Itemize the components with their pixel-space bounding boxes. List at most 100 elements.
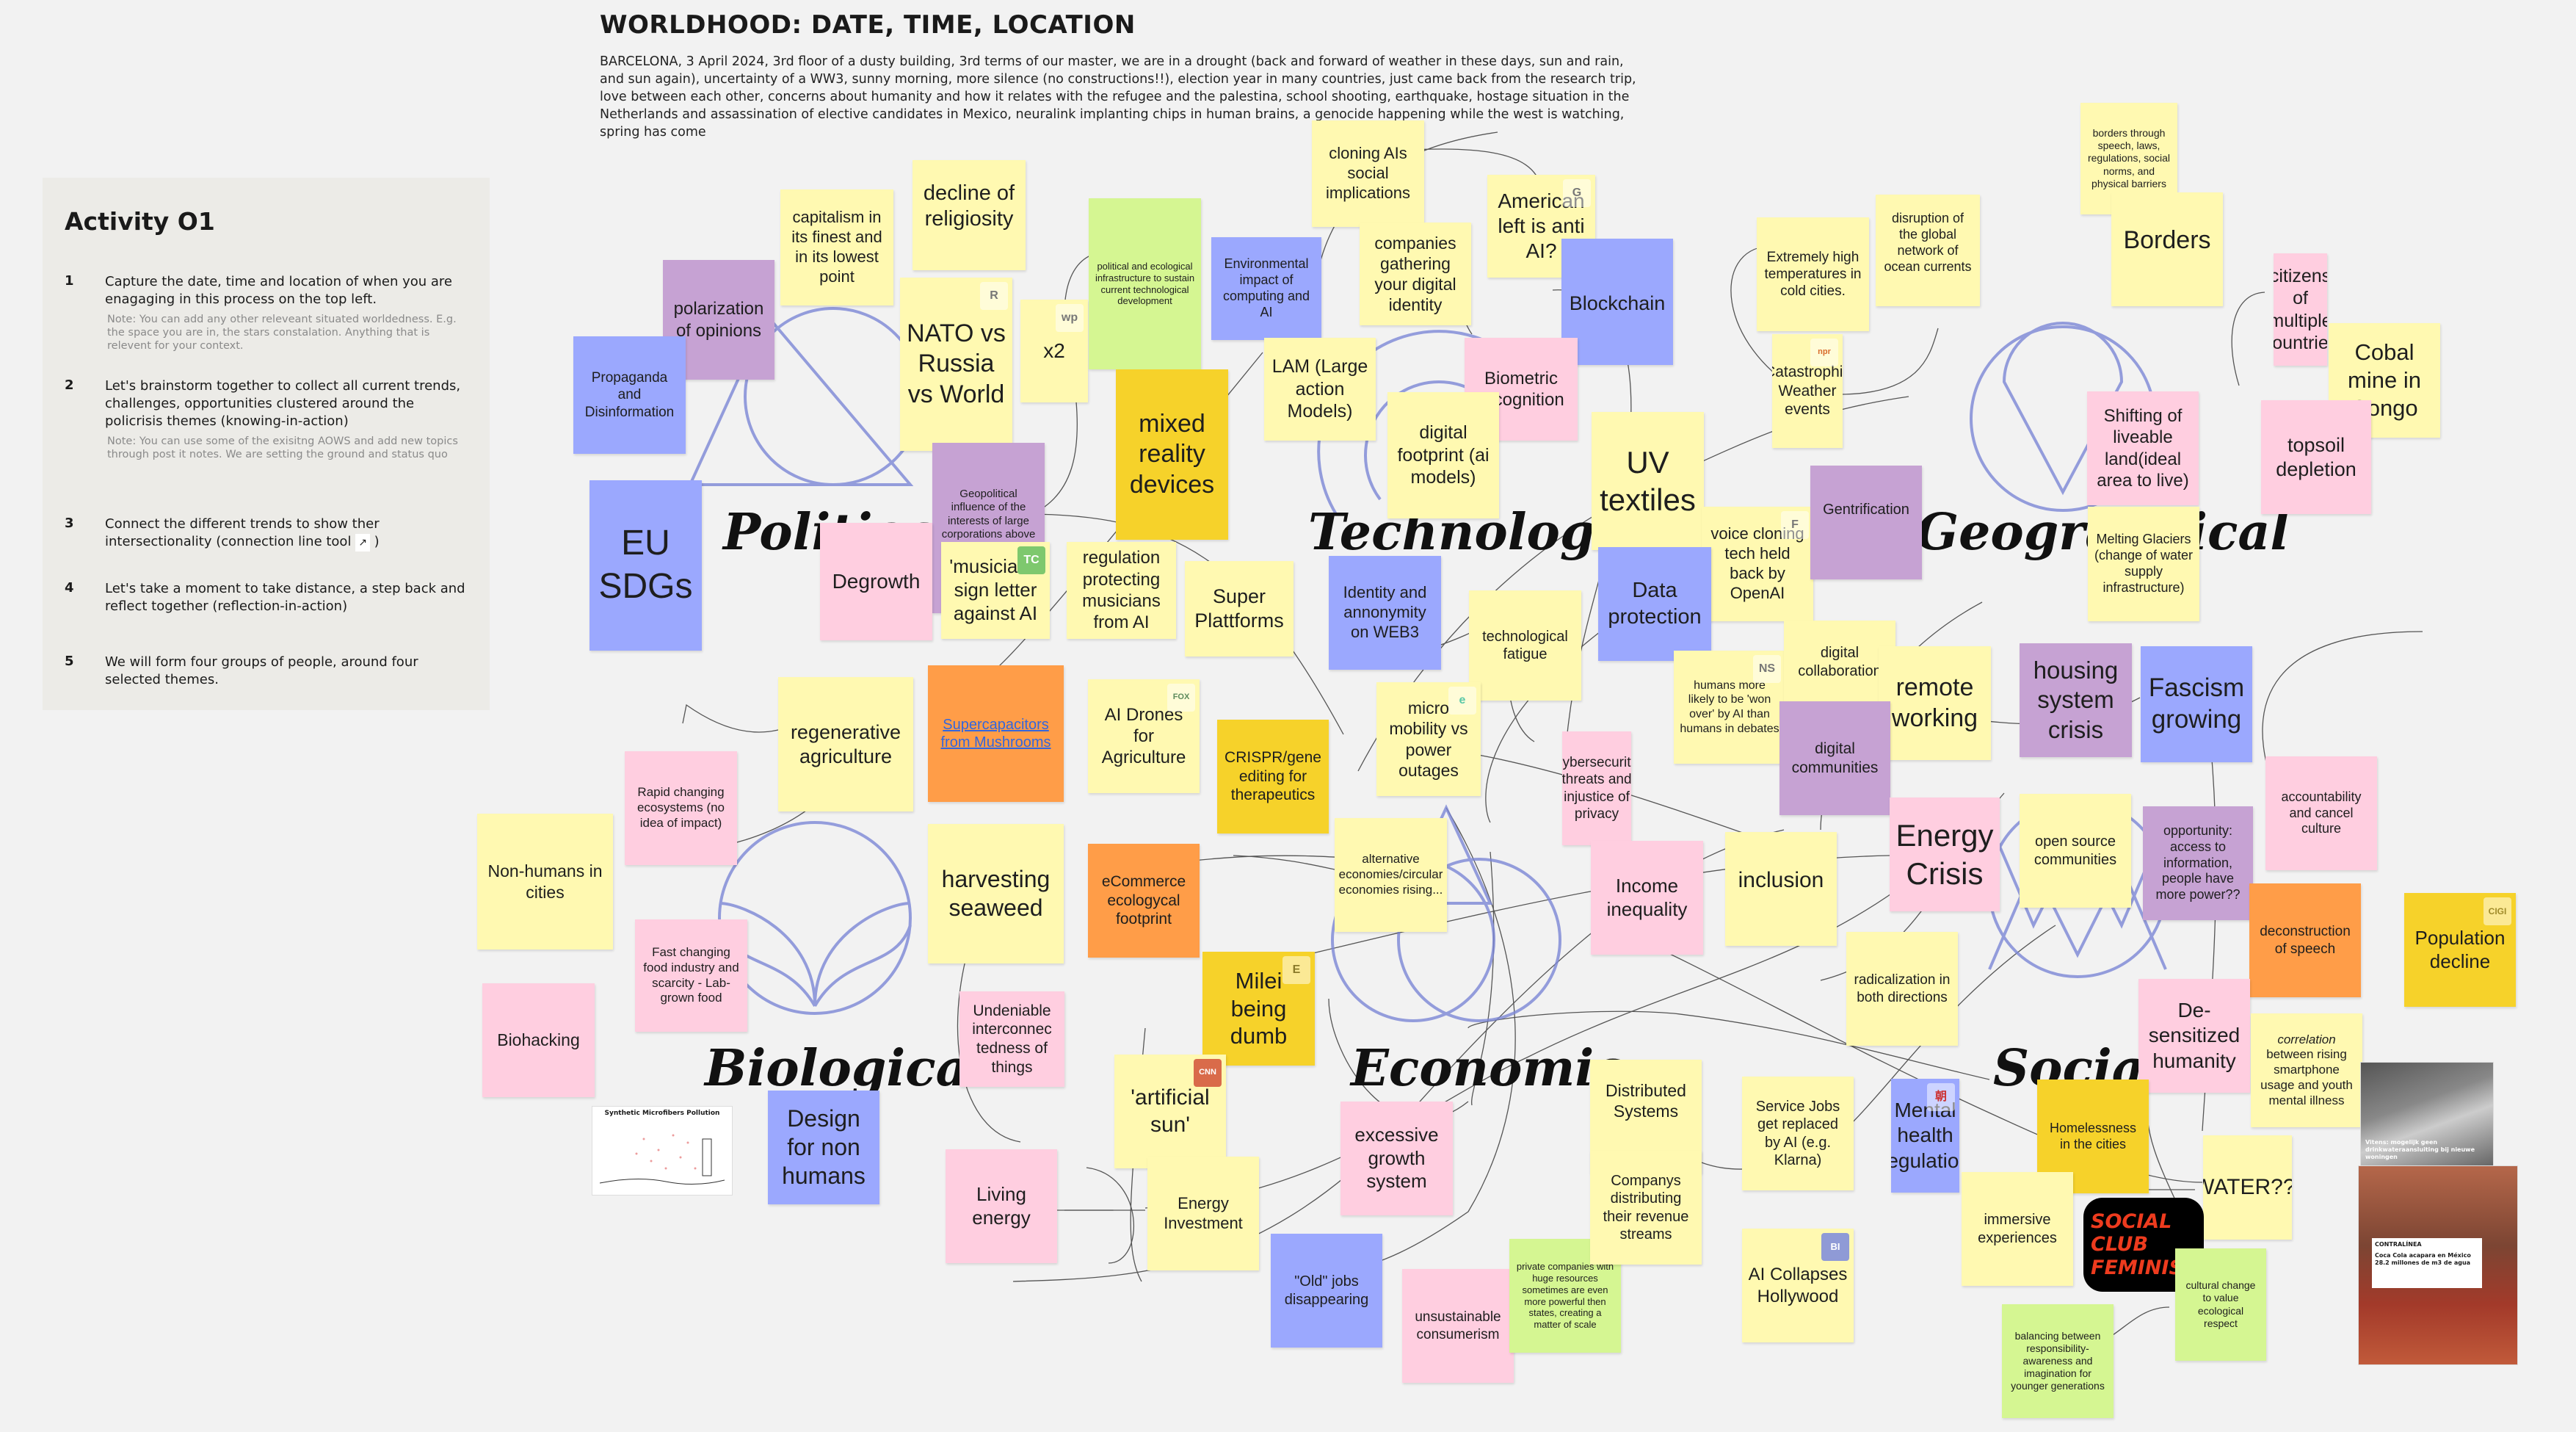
- sticky-note[interactable]: Super Plattforms: [1185, 561, 1294, 657]
- sticky-note[interactable]: Companys distributing their revenue stre…: [1590, 1151, 1702, 1265]
- sticky-note[interactable]: Income inequality: [1591, 841, 1703, 955]
- sticky-note[interactable]: capitalism in its finest and in its lowe…: [780, 189, 893, 305]
- sticky-note[interactable]: Service Jobs get replaced by AI (e.g. Kl…: [1742, 1077, 1854, 1190]
- sticky-note[interactable]: humans more likely to be 'won over' by A…: [1674, 651, 1785, 764]
- sticky-note[interactable]: opportunity: access to information, peop…: [2143, 806, 2253, 920]
- sticky-note[interactable]: Fascism growing: [2141, 646, 2252, 762]
- sticky-note[interactable]: 'artificial sun' CNN: [1114, 1055, 1226, 1168]
- sticky-note[interactable]: Fast changing food industry and scarcity…: [635, 919, 747, 1032]
- sticky-note[interactable]: EU SDGs: [589, 480, 702, 651]
- sticky-note[interactable]: mixed reality devices: [1116, 369, 1228, 540]
- sticky-note[interactable]: Milei being dumb E: [1202, 952, 1315, 1066]
- activity-instructions-panel[interactable]: Activity O1 1 Capture the date, time and…: [43, 178, 490, 710]
- sticky-note[interactable]: voice cloning tech held back by OpenAI F: [1702, 507, 1813, 621]
- sticky-note[interactable]: alternative economies/circular economies…: [1335, 818, 1447, 932]
- sticky-note[interactable]: topsoil depletion: [2261, 400, 2371, 514]
- sticky-note[interactable]: unsustainable consumerism: [1402, 1269, 1514, 1383]
- sticky-note[interactable]: technological fatigue: [1469, 590, 1581, 701]
- worldhood-context-text[interactable]: BARCELONA, 3 April 2024, 3rd floor of a …: [600, 53, 1642, 141]
- connector[interactable]: [2231, 292, 2265, 386]
- sticky-note[interactable]: micro mobility vs power outages e: [1376, 682, 1481, 796]
- sticky-note[interactable]: Data protection: [1598, 547, 1711, 661]
- sticky-note[interactable]: CRISPR/gene editing for therapeutics: [1217, 720, 1329, 833]
- sticky-note[interactable]: radicalization in both directions: [1846, 932, 1958, 1046]
- microfibers-pollution-image[interactable]: Synthetic Microfibers Pollution: [592, 1106, 733, 1196]
- sticky-note[interactable]: Design for non humans: [768, 1091, 879, 1204]
- sticky-note[interactable]: digital communities: [1779, 701, 1890, 815]
- sticky-note[interactable]: eCommerce ecologycal footprint: [1088, 844, 1200, 958]
- sticky-note[interactable]: regenerative agriculture: [778, 677, 913, 811]
- supercapacitors-link[interactable]: Supercapacitors from Mushrooms: [934, 716, 1058, 752]
- sticky-note[interactable]: political and ecological infrastructure …: [1089, 198, 1201, 369]
- sticky-note[interactable]: Propaganda and Disinformation: [573, 336, 686, 454]
- note-text: Energy Investment: [1164, 1193, 1243, 1232]
- sticky-note[interactable]: citizens of multiple countries: [2274, 253, 2327, 366]
- sticky-note[interactable]: Environmental impact of computing and AI: [1211, 237, 1321, 340]
- sticky-note[interactable]: NATO vs Russia vs World R: [900, 278, 1012, 451]
- sticky-note[interactable]: excessive growth system: [1340, 1102, 1453, 1215]
- sticky-note[interactable]: Living energy: [946, 1149, 1057, 1263]
- sticky-note[interactable]: Non-humans in cities: [477, 814, 613, 950]
- sticky-note[interactable]: Extremely high temperatures in cold citi…: [1757, 217, 1869, 331]
- sticky-note[interactable]: Supercapacitors from Mushrooms: [928, 665, 1064, 802]
- sticky-note[interactable]: cultural change to value ecological resp…: [2175, 1248, 2266, 1361]
- sticky-note[interactable]: LAM (Large action Models): [1264, 338, 1376, 441]
- note-text: private companies with huge resources so…: [1516, 1260, 1614, 1331]
- sticky-note[interactable]: Energy Investment: [1147, 1157, 1259, 1270]
- sticky-note[interactable]: cloning AIs social implications: [1312, 120, 1424, 227]
- connector[interactable]: [1086, 1167, 1135, 1264]
- sticky-note[interactable]: balancing between responsibility-awarene…: [2002, 1304, 2114, 1418]
- note-text: digital communities: [1791, 739, 1879, 776]
- sticky-note[interactable]: correlation between rising smartphone usa…: [2251, 1013, 2362, 1127]
- sticky-note[interactable]: remote working: [1879, 646, 1991, 760]
- news-image-water-tap[interactable]: Vitens: mogelijk geen drinkwateraansluit…: [2360, 1062, 2494, 1166]
- note-text-emphasis: correlation: [2277, 1032, 2336, 1046]
- sticky-note[interactable]: harvesting seaweed: [928, 824, 1064, 963]
- sticky-note[interactable]: AI Collapses Hollywood BI: [1742, 1229, 1854, 1342]
- sticky-note[interactable]: disruption of the global network of ocea…: [1876, 195, 1980, 306]
- step-text: Connect the different trends to show the…: [105, 516, 476, 552]
- connector[interactable]: [1838, 328, 1939, 395]
- sticky-note[interactable]: cybersecurity threats and injustice of p…: [1562, 731, 1631, 845]
- note-text: humans more likely to be 'won over' by A…: [1680, 679, 1779, 735]
- sticky-note[interactable]: immersive experiences: [1962, 1172, 2073, 1286]
- sticky-note[interactable]: Population decline CIGI: [2404, 893, 2516, 1007]
- sticky-note[interactable]: 'musicians' sign letter against AI TC: [941, 542, 1050, 639]
- sticky-note[interactable]: Degrowth: [820, 523, 932, 640]
- sticky-note[interactable]: Borders: [2111, 192, 2223, 306]
- sticky-note[interactable]: decline of religiosity: [913, 160, 1026, 270]
- sticky-note[interactable]: Gentrification: [1810, 466, 1922, 579]
- sticky-note[interactable]: regulation protecting musicians from AI: [1067, 542, 1176, 639]
- sticky-note[interactable]: Catastrophic Weather eventsnpr: [1772, 334, 1843, 448]
- news-source-icon: 朝: [1927, 1083, 1955, 1111]
- sticky-note[interactable]: Melting Glaciers (change of water supply…: [2088, 507, 2199, 621]
- sticky-note[interactable]: companies gathering your digital identit…: [1360, 223, 1471, 325]
- sticky-note[interactable]: WATER??!: [2203, 1135, 2292, 1240]
- note-text: remote working: [1891, 673, 1978, 732]
- sticky-note[interactable]: Rapid changing ecosystems (no idea of im…: [625, 751, 737, 865]
- sticky-note[interactable]: Shifting of liveable land(ideal area to …: [2087, 391, 2199, 505]
- sticky-note[interactable]: De-sensitized humanity: [2138, 979, 2250, 1093]
- sticky-note[interactable]: "Old" jobs disappearing: [1271, 1234, 1382, 1348]
- whiteboard-canvas[interactable]: WORLDHOOD: DATE, TIME, LOCATION BARCELON…: [0, 0, 2576, 1432]
- sticky-note[interactable]: Energy Crisis: [1890, 798, 2000, 911]
- theme-heading-economic: Economic: [1351, 1039, 1625, 1098]
- sticky-note[interactable]: open source communities: [2020, 794, 2131, 908]
- sticky-note[interactable]: Undeniable interconnec tedness of things: [959, 991, 1064, 1087]
- sticky-note[interactable]: Identity and annonymity on WEB3: [1329, 556, 1441, 670]
- sticky-note[interactable]: UV textiles: [1592, 412, 1704, 550]
- sticky-note[interactable]: Blockchain: [1561, 239, 1673, 365]
- sticky-note[interactable]: x2 wp: [1020, 300, 1088, 402]
- sticky-note[interactable]: housing system crisis: [2020, 643, 2132, 757]
- activity-step-2: 2 Let's brainstorm together to collect a…: [65, 377, 476, 461]
- news-image-coca-cola-water[interactable]: CONTRALÍNEA Coca Cola acapara en México …: [2358, 1165, 2518, 1365]
- note-text: inclusion: [1738, 868, 1824, 892]
- sticky-note[interactable]: Biohacking: [482, 983, 595, 1097]
- sticky-note[interactable]: deconstruction of speech: [2249, 883, 2361, 997]
- note-text: harvesting seaweed: [941, 865, 1051, 921]
- sticky-note[interactable]: accountability and cancel culture: [2265, 756, 2377, 870]
- sticky-note[interactable]: inclusion: [1725, 832, 1837, 946]
- sticky-note[interactable]: AI Drones for Agriculture FOX: [1088, 679, 1200, 793]
- sticky-note[interactable]: digital footprint (ai models): [1387, 392, 1499, 518]
- sticky-note[interactable]: Mental health regulation朝: [1891, 1079, 1959, 1193]
